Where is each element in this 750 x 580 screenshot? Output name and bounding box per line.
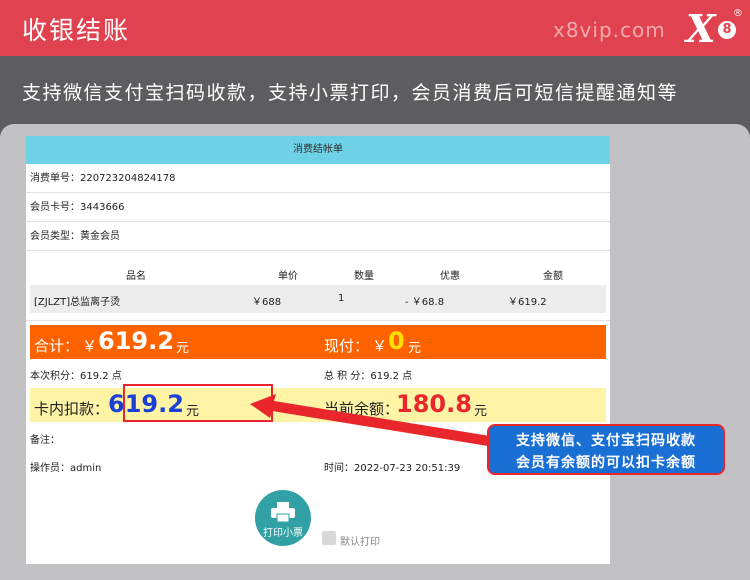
default-print-checkbox[interactable]	[322, 531, 336, 545]
col-header-name: 品名	[126, 271, 146, 282]
feature-callout: 支持微信、支付宝扫码收款 会员有余额的可以扣卡余额	[487, 424, 725, 475]
cash-label: 现付：	[324, 337, 370, 355]
callout-line-2: 会员有余额的可以扣卡余额	[516, 455, 696, 471]
brand-logo: X 8 ®	[686, 6, 744, 52]
item-name: [ZJLZT]总监离子烫	[34, 297, 121, 308]
points-total: 总 积 分：619.2 点	[324, 371, 413, 382]
table-row: [ZJLZT]总监离子烫 ￥688 1 - ￥68.8 ￥619.2	[30, 285, 606, 313]
receipt-title: 消费结帐单	[26, 136, 610, 164]
default-print-label: 默认打印	[340, 537, 380, 548]
points-this: 本次积分：619.2 点	[30, 371, 122, 382]
item-discount: - ￥68.8	[405, 297, 445, 308]
cash-value: 0	[388, 327, 405, 355]
item-qty: 1	[338, 293, 345, 304]
logo-number: 8	[718, 21, 736, 39]
card-deduct-bar: 卡内扣款： 619.2 元 当前余额： 180.8 元	[30, 388, 606, 422]
balance-unit: 元	[474, 404, 488, 419]
feature-text: 支持微信支付宝扫码收款，支持小票打印，会员消费后可短信提醒通知等	[22, 82, 679, 104]
registered-mark: ®	[733, 8, 743, 19]
page-title: 收银结账	[22, 16, 131, 45]
card-deduct-label: 卡内扣款：	[34, 400, 110, 418]
operator-row: 操作员：admin	[30, 463, 102, 474]
time-row: 时间：2022-07-23 20:51:39	[324, 463, 461, 474]
col-header-qty: 数量	[354, 271, 374, 282]
deduct-highlight-box	[123, 384, 273, 422]
card-number-row: 会员卡号：3443666	[26, 193, 610, 222]
note-row: 备注：	[30, 435, 60, 446]
feature-banner: 支持微信支付宝扫码收款，支持小票打印，会员消费后可短信提醒通知等	[0, 56, 750, 126]
balance-value: 180.8	[396, 390, 472, 418]
total-label: 合计：	[34, 337, 80, 355]
order-number-row: 消费单号：220723204824178	[26, 164, 610, 193]
callout-line-1: 支持微信、支付宝扫码收款	[516, 433, 696, 449]
item-amount: ￥619.2	[508, 297, 547, 308]
member-type-row: 会员类型：黄金会员	[26, 222, 610, 251]
points-row: 本次积分：619.2 点 总 积 分：619.2 点	[30, 364, 606, 384]
top-header-bar: 收银结账 x8vip.com X 8 ®	[0, 0, 750, 56]
print-button-label: 打印小票	[263, 528, 303, 539]
cash-unit: 元	[408, 341, 422, 356]
total-unit: 元	[176, 341, 190, 356]
total-value: 619.2	[98, 327, 174, 355]
col-header-price: 单价	[278, 271, 298, 282]
checkout-receipt: 消费结帐单 消费单号：220723204824178 会员卡号：3443666 …	[26, 136, 610, 564]
col-header-discount: 优惠	[440, 271, 460, 282]
col-header-amount: 金额	[543, 271, 563, 282]
site-url: x8vip.com	[553, 18, 666, 42]
total-bar: 合计： ￥ 619.2 元 现付： ￥ 0 元	[30, 325, 606, 359]
item-price: ￥688	[252, 297, 282, 308]
print-receipt-button[interactable]: 打印小票	[255, 490, 311, 546]
total-currency: ￥	[82, 337, 98, 355]
cash-currency: ￥	[372, 337, 388, 355]
printer-icon	[271, 502, 295, 522]
items-table: 品名 单价 数量 优惠 金额 [ZJLZT]总监离子烫 ￥688 1 - ￥68…	[26, 251, 610, 321]
logo-letter: X	[686, 6, 716, 51]
balance-label: 当前余额：	[324, 400, 400, 418]
